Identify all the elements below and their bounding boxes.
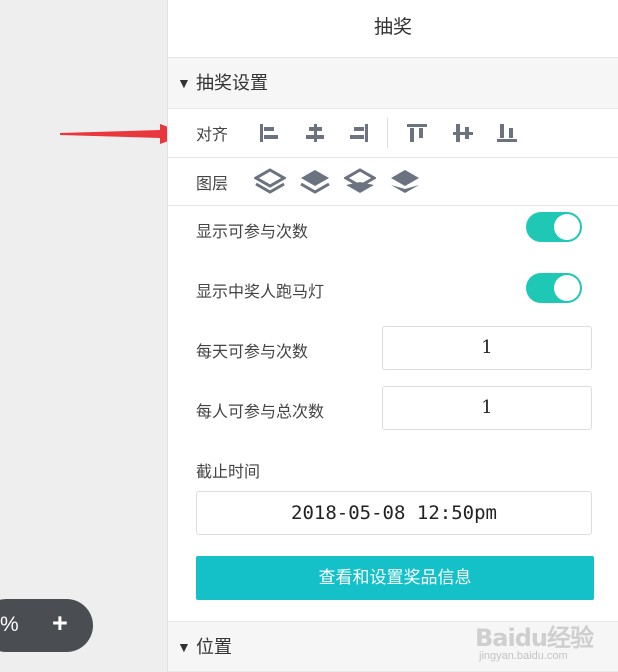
- divider: [168, 157, 618, 158]
- section-title: 位置: [196, 637, 232, 657]
- view-prize-settings-button[interactable]: 查看和设置奖品信息: [196, 556, 594, 600]
- design-canvas: % +: [0, 0, 168, 672]
- section-title: 抽奖设置: [196, 73, 268, 93]
- panel-title: 抽奖: [168, 0, 618, 58]
- divider: [168, 205, 618, 206]
- daily-attempts-label: 每天可参与次数: [196, 344, 309, 361]
- show-winner-marquee-toggle[interactable]: [526, 273, 582, 303]
- align-left-icon[interactable]: [258, 122, 280, 144]
- toolbar-divider: [387, 118, 388, 148]
- daily-attempts-input[interactable]: 1: [382, 326, 592, 370]
- align-middle-v-icon[interactable]: [452, 122, 474, 144]
- layer-bottom-icon[interactable]: [389, 166, 421, 198]
- baidu-watermark: Baidu经验 jingyan.baidu.com: [475, 618, 615, 668]
- zoom-control: % +: [0, 599, 93, 652]
- zoom-in-button[interactable]: +: [52, 608, 68, 639]
- layer-down-icon[interactable]: [342, 166, 378, 198]
- collapse-triangle-icon: ▼: [177, 639, 191, 655]
- watermark-logo: Baidu经验: [475, 624, 594, 652]
- show-winner-marquee-label: 显示中奖人跑马灯: [196, 284, 325, 301]
- collapse-triangle-icon: ▼: [177, 75, 191, 91]
- layer-top-icon[interactable]: [252, 166, 288, 198]
- layer-up-icon[interactable]: [299, 166, 331, 198]
- align-center-h-icon[interactable]: [304, 122, 326, 144]
- total-attempts-label: 每人可参与总次数: [196, 404, 325, 421]
- show-participation-count-label: 显示可参与次数: [196, 224, 309, 241]
- align-label: 对齐: [196, 127, 229, 144]
- zoom-percent: %: [0, 613, 19, 636]
- align-right-icon[interactable]: [348, 122, 370, 144]
- section-header-lottery-settings[interactable]: ▼ 抽奖设置: [168, 58, 618, 109]
- deadline-label: 截止时间: [196, 464, 261, 481]
- align-bottom-icon[interactable]: [496, 122, 518, 144]
- deadline-input[interactable]: 2018-05-08 12:50pm: [196, 491, 592, 535]
- align-top-icon[interactable]: [406, 122, 428, 144]
- watermark-url: jingyan.baidu.com: [479, 650, 568, 662]
- layer-label: 图层: [196, 176, 229, 193]
- toggle-knob: [554, 214, 580, 240]
- show-participation-count-toggle[interactable]: [526, 212, 582, 242]
- toggle-knob: [554, 275, 580, 301]
- properties-panel: 抽奖 ▼ 抽奖设置 对齐 图层 显示可参与次数 显示中奖人跑马灯 每天可参与次数…: [167, 0, 618, 672]
- total-attempts-input[interactable]: 1: [382, 386, 592, 430]
